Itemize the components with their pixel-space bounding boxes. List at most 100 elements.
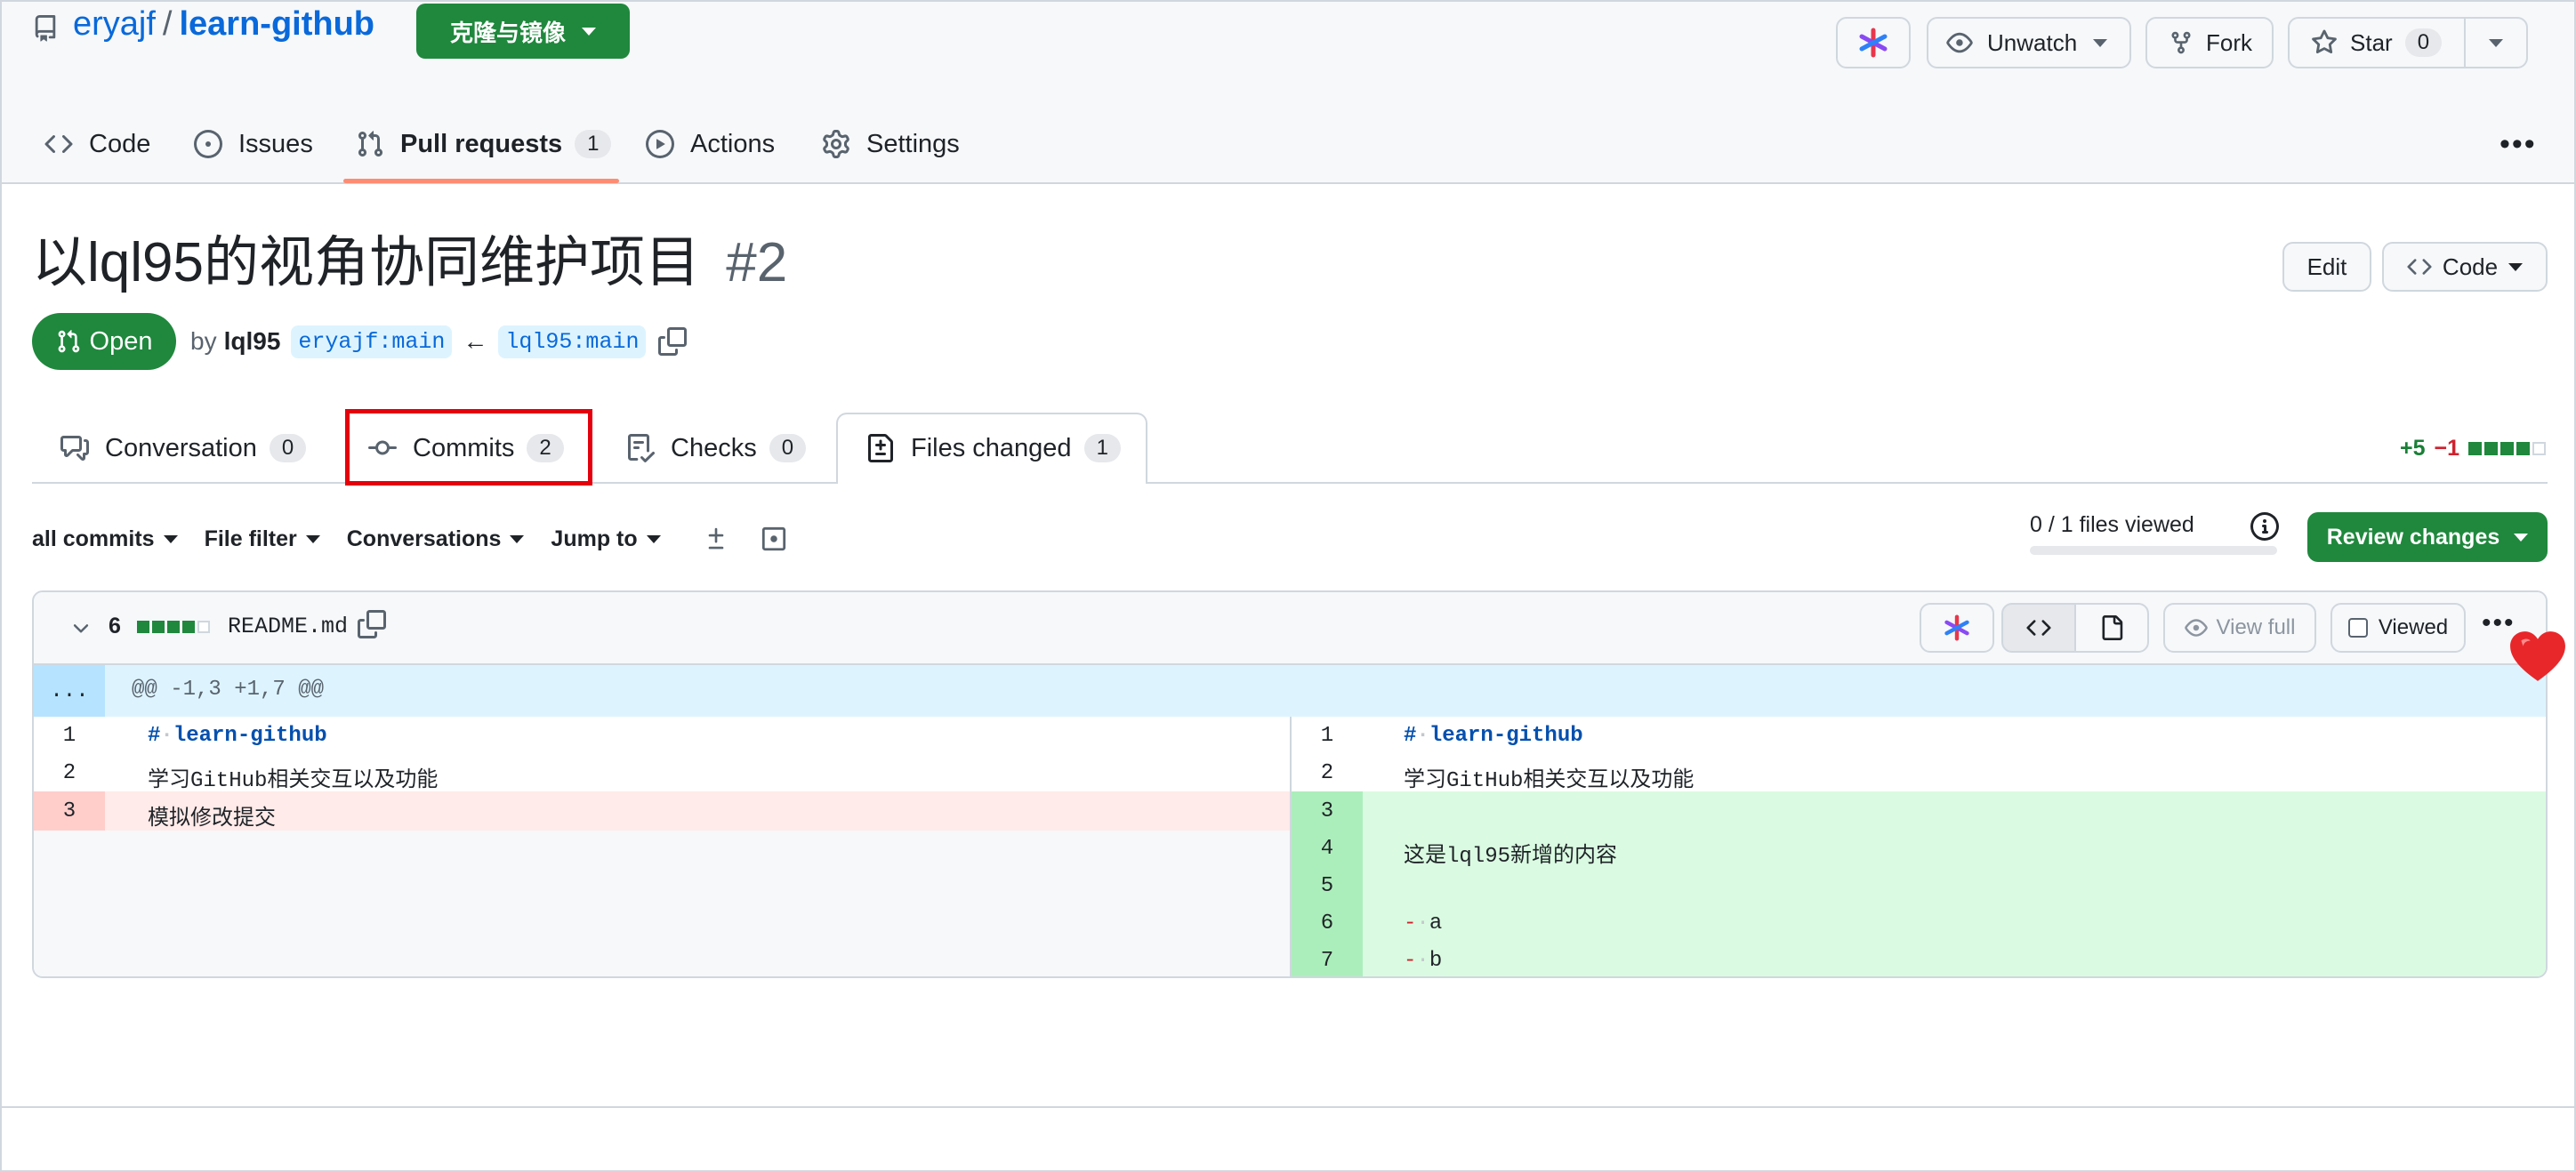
diff-left-deleted-row xyxy=(105,791,1290,831)
tab-commits-count: 2 xyxy=(527,434,564,462)
list-marker: - xyxy=(1404,911,1417,935)
file-diff-icon xyxy=(868,434,893,462)
sparkle-icon xyxy=(1944,614,1969,641)
diffstat-additions: +5 xyxy=(2400,435,2426,461)
fork-icon xyxy=(2171,31,2191,54)
tab-pull-requests[interactable]: Pull requests 1 xyxy=(356,122,612,166)
viewed-checkbox-button[interactable]: Viewed xyxy=(2330,603,2466,653)
file-tree-toggle-icon[interactable] xyxy=(761,526,787,552)
head-branch[interactable]: lql95:main xyxy=(498,325,647,358)
repo-icon xyxy=(32,14,59,43)
all-commits-dropdown[interactable]: all commits xyxy=(32,526,178,552)
diff-right-line-number[interactable]: 6 xyxy=(1292,911,1363,935)
diff-left-empty-area xyxy=(34,831,1290,976)
pr-title: 以lql95的视角协同维护项目 xyxy=(32,232,700,293)
diff-left-code-text: learn-github xyxy=(173,724,327,748)
diff-right-line-number[interactable]: 2 xyxy=(1292,761,1363,785)
page-title: 以lql95的视角协同维护项目 #2 xyxy=(32,228,787,299)
tab-settings-label: Settings xyxy=(866,129,960,158)
tab-issues[interactable]: Issues xyxy=(194,122,313,166)
diff-left-line-number[interactable]: 2 xyxy=(34,761,105,785)
fork-button[interactable]: Fork xyxy=(2145,17,2274,68)
tab-code[interactable]: Code xyxy=(44,122,150,166)
rich-diff-toggle[interactable] xyxy=(2074,603,2149,653)
edit-title-button[interactable]: Edit xyxy=(2282,242,2371,292)
file-diff-container: 6 README.md View full Viewed ••• ... @@ … xyxy=(32,590,2548,978)
tab-code-label: Code xyxy=(89,129,151,158)
diff-right-line-number[interactable]: 1 xyxy=(1292,724,1363,748)
tab-commits[interactable]: Commits 2 xyxy=(368,413,564,484)
tab-checks[interactable]: Checks 0 xyxy=(626,413,807,484)
diff-left-code: #·learn-github xyxy=(148,724,327,748)
chevron-down-icon xyxy=(2093,38,2108,47)
kebab-horizontal-icon[interactable]: ••• xyxy=(2500,129,2537,159)
chevron-down-icon xyxy=(646,534,661,543)
chevron-down-icon xyxy=(582,27,596,36)
viewed-label: Viewed xyxy=(2378,615,2449,639)
pr-author-link[interactable]: lql95 xyxy=(224,327,281,356)
file-copilot-button[interactable] xyxy=(1920,603,1994,653)
diff-right-line-number[interactable]: 3 xyxy=(1292,799,1363,823)
jump-to-dropdown[interactable]: Jump to xyxy=(551,526,661,552)
chevron-down-icon xyxy=(305,534,320,543)
tab-settings[interactable]: Settings xyxy=(822,122,960,166)
diff-right-line-number[interactable]: 4 xyxy=(1292,837,1363,861)
diff-settings-icon[interactable] xyxy=(704,526,729,552)
repo-header: eryajf / learn-github 克隆与镜像 Unwatch Fork… xyxy=(2,2,2574,184)
pr-by-label: by xyxy=(190,327,217,355)
base-branch[interactable]: eryajf:main xyxy=(291,325,453,358)
tab-actions[interactable]: Actions xyxy=(646,122,775,166)
markdown-heading-marker: # xyxy=(1404,724,1417,748)
diffstat-blocks xyxy=(2468,441,2547,455)
chevron-down-icon[interactable] xyxy=(69,617,93,640)
info-icon[interactable] xyxy=(2250,512,2279,541)
diff-right-code-text: 学习GitHub相关交互以及功能 xyxy=(1404,769,1695,793)
git-commit-icon xyxy=(368,440,397,455)
file-filter-dropdown[interactable]: File filter xyxy=(205,526,320,552)
code-icon xyxy=(2407,259,2432,275)
diff-right-line-number[interactable]: 7 xyxy=(1292,949,1363,973)
repo-owner-link[interactable]: eryajf xyxy=(73,5,156,44)
conversations-dropdown[interactable]: Conversations xyxy=(347,526,525,552)
file-name-link[interactable]: README.md xyxy=(228,614,348,639)
copy-icon[interactable] xyxy=(658,327,688,356)
diff-left-line-number[interactable]: 1 xyxy=(34,724,105,748)
chevron-down-icon xyxy=(2489,38,2503,47)
unwatch-label: Unwatch xyxy=(1987,28,2078,56)
tab-conversation[interactable]: Conversation 0 xyxy=(60,413,307,484)
review-changes-button[interactable]: Review changes xyxy=(2307,512,2548,562)
arrow-left-icon: ← xyxy=(463,327,488,355)
jump-to-label: Jump to xyxy=(551,526,638,551)
code-dropdown-button[interactable]: Code xyxy=(2382,242,2548,292)
view-full-button[interactable]: View full xyxy=(2163,603,2316,653)
review-changes-label: Review changes xyxy=(2326,524,2500,550)
repo-name-link[interactable]: learn-github xyxy=(179,5,374,44)
github-pr-page: eryajf / learn-github 克隆与镜像 Unwatch Fork… xyxy=(0,0,2576,1172)
star-label: Star xyxy=(2350,28,2393,56)
star-count: 0 xyxy=(2404,28,2443,57)
tab-files-changed[interactable]: Files changed 1 xyxy=(866,413,1121,484)
diff-left-code-text: 模拟修改提交 xyxy=(148,807,276,831)
tab-conversation-label: Conversation xyxy=(105,433,257,462)
diff-right-line-number[interactable]: 5 xyxy=(1292,874,1363,898)
gear-icon xyxy=(823,130,849,158)
edit-label: Edit xyxy=(2306,253,2347,280)
pull-requests-count: 1 xyxy=(575,130,612,158)
expand-hunk-label: ... xyxy=(50,678,89,703)
star-list-dropdown[interactable] xyxy=(2464,17,2528,68)
checklist-icon xyxy=(628,434,655,462)
tab-checks-label: Checks xyxy=(671,433,757,462)
viewed-checkbox[interactable] xyxy=(2347,618,2368,638)
clone-mirror-button[interactable]: 克隆与镜像 xyxy=(416,4,630,59)
eye-icon xyxy=(2184,619,2208,637)
unwatch-button[interactable]: Unwatch xyxy=(1927,17,2131,68)
copy-icon[interactable] xyxy=(358,610,386,638)
copilot-button[interactable] xyxy=(1836,17,1911,68)
chevron-down-icon xyxy=(163,534,178,543)
diff-right-code: -·a xyxy=(1404,911,1443,935)
star-icon xyxy=(2312,29,2337,54)
source-diff-toggle[interactable] xyxy=(2001,603,2076,653)
star-button[interactable]: Star 0 xyxy=(2288,17,2466,68)
expand-hunk-button[interactable]: ... xyxy=(34,665,105,717)
diff-left-line-number[interactable]: 3 xyxy=(34,799,105,823)
